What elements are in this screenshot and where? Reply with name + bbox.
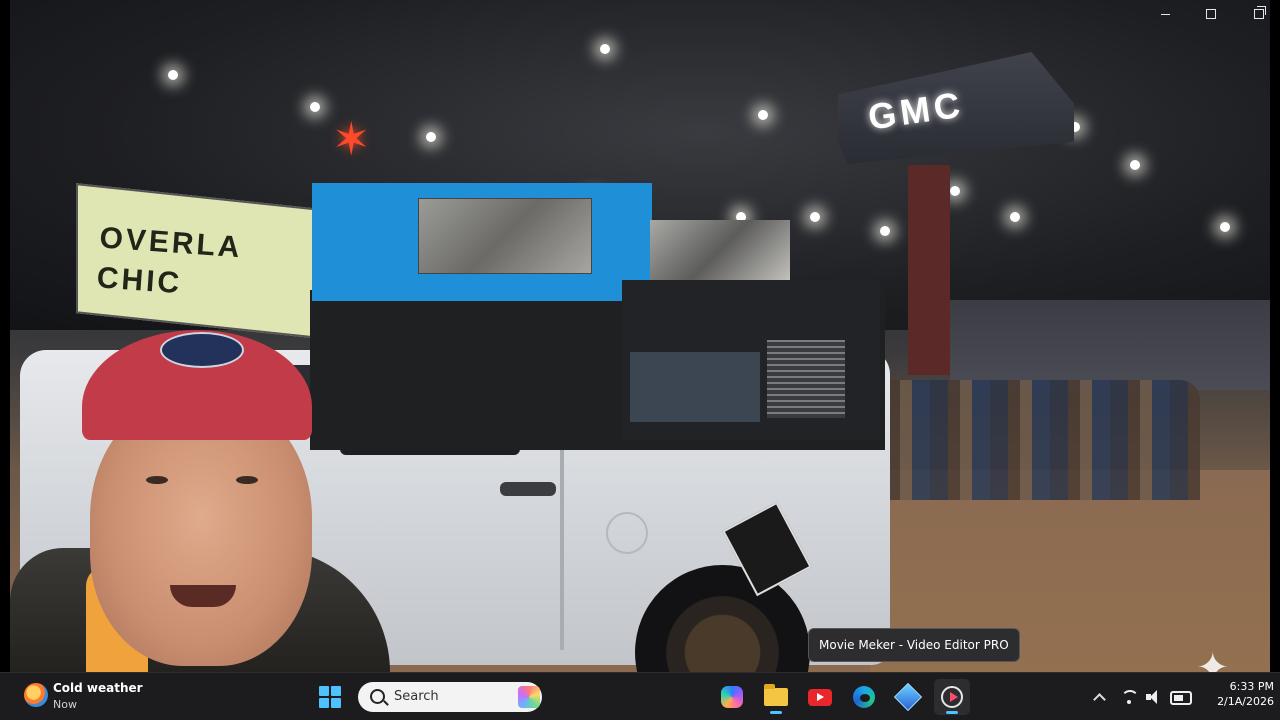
edge-button[interactable] xyxy=(846,679,882,715)
weather-widget[interactable]: Cold weather Now xyxy=(20,679,180,715)
camper-tarp xyxy=(650,220,790,280)
camper-window xyxy=(418,198,592,274)
windows-icon xyxy=(319,686,341,708)
star-icon: ✶ xyxy=(332,112,371,166)
clock-date: 2/1A/2026 xyxy=(1217,695,1274,708)
banner-text: OVERLA CHIC xyxy=(95,221,244,301)
presenter-eye xyxy=(236,476,258,484)
maximize-button[interactable] xyxy=(1200,4,1222,24)
start-button[interactable] xyxy=(312,679,348,715)
presenter-eye xyxy=(146,476,168,484)
weather-title: Cold weather xyxy=(53,681,143,695)
battery-icon[interactable] xyxy=(1170,691,1192,705)
taskbar-tooltip: Movie Meker - Video Editor PRO xyxy=(808,628,1020,662)
weather-icon xyxy=(24,683,48,707)
restore-button[interactable] xyxy=(1248,4,1270,24)
exhibit-hall xyxy=(950,300,1270,390)
diamond-icon xyxy=(893,682,923,712)
cap-logo xyxy=(160,332,244,368)
youtube-icon xyxy=(808,688,832,706)
wifi-icon[interactable] xyxy=(1120,688,1139,706)
video-frame[interactable]: GMC OVERLA CHIC ✶ xyxy=(10,0,1270,672)
movie-icon xyxy=(941,686,963,708)
search-highlight-icon xyxy=(518,686,540,708)
movie-maker-button[interactable] xyxy=(934,679,970,715)
mesh-panel xyxy=(767,340,845,418)
minimize-button[interactable] xyxy=(1154,4,1176,24)
minimize-icon xyxy=(1160,13,1170,15)
show-hidden-icons-button[interactable] xyxy=(1089,687,1109,707)
truck-door-handle xyxy=(500,482,556,496)
fuel-cap xyxy=(606,512,648,554)
crowd xyxy=(870,380,1200,500)
search-box[interactable]: Search xyxy=(358,682,542,712)
camper-opening xyxy=(630,352,760,422)
restore-icon xyxy=(1254,6,1266,19)
file-explorer-button[interactable] xyxy=(758,679,794,715)
clock-time: 6:33 PM xyxy=(1229,680,1274,693)
folder-icon xyxy=(764,684,788,706)
search-placeholder: Search xyxy=(394,689,439,704)
video-scene: GMC OVERLA CHIC ✶ xyxy=(10,0,1270,672)
screen: GMC OVERLA CHIC ✶ Movie Meker - Video Ed… xyxy=(0,0,1280,720)
volume-icon[interactable] xyxy=(1146,689,1162,705)
edge-icon xyxy=(853,686,875,708)
clock[interactable]: 6:33 PM 2/1A/2026 xyxy=(1198,679,1274,709)
weather-subtitle: Now xyxy=(53,698,77,711)
maximize-icon xyxy=(1206,9,1216,19)
copilot-button[interactable] xyxy=(714,679,750,715)
youtube-button[interactable] xyxy=(802,679,838,715)
copilot-icon xyxy=(721,686,743,708)
taskbar: Cold weather Now Search 6:33 PM 2/1A/202… xyxy=(0,672,1280,720)
pillar xyxy=(908,165,950,375)
app-button[interactable] xyxy=(890,679,926,715)
search-icon xyxy=(370,689,385,704)
